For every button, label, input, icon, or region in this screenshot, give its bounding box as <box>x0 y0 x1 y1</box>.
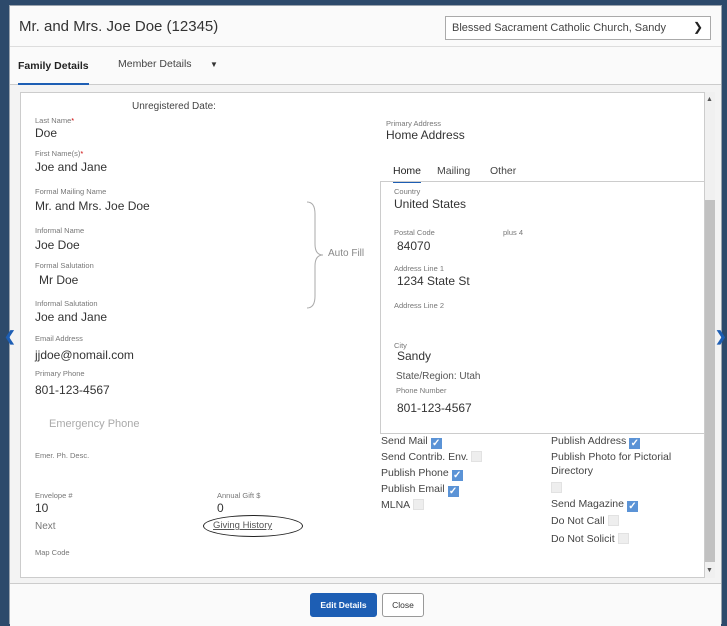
send-magazine-option[interactable]: Send Magazine <box>551 498 638 512</box>
first-name-label: First Name(s)* <box>35 149 84 158</box>
last-name-label: Last Name* <box>35 116 75 125</box>
chevron-down-icon: ❯ <box>692 20 703 34</box>
do-not-solicit-label: Do Not Solicit <box>551 533 615 545</box>
publish-email-label: Publish Email <box>381 483 445 495</box>
giving-history-link[interactable]: Giving History <box>213 520 272 531</box>
primary-phone-field[interactable]: 801-123-4567 <box>35 383 110 397</box>
panel-scrollbar[interactable]: ▲ ▼ <box>705 92 715 578</box>
publish-phone-checkbox[interactable] <box>451 470 463 481</box>
do-not-call-checkbox[interactable] <box>607 515 619 526</box>
state-region: State/Region: Utah <box>396 371 481 382</box>
plus4-label: plus 4 <box>503 228 524 237</box>
tab-bar: Family Details Member Details ▼ <box>10 47 721 85</box>
do-not-solicit-checkbox[interactable] <box>617 533 629 544</box>
mlna-option[interactable]: MLNA <box>381 499 425 511</box>
primary-address-field[interactable]: Home Address <box>386 128 465 142</box>
postal-code-label: Postal Code <box>394 228 435 237</box>
mlna-checkbox[interactable] <box>413 499 425 510</box>
publish-address-label: Publish Address <box>551 435 627 447</box>
church-select[interactable]: Blessed Sacrament Catholic Church, Sandy… <box>445 16 711 40</box>
email-label: Email Address <box>35 334 83 343</box>
unregistered-date-label: Unregistered Date: <box>132 101 216 112</box>
phone-number-field[interactable]: 801-123-4567 <box>397 401 472 415</box>
address-line2-label: Address Line 2 <box>394 301 445 310</box>
do-not-call-label: Do Not Call <box>551 515 605 527</box>
publish-photo-option-line2: Directory <box>551 465 593 477</box>
caret-down-icon[interactable]: ▼ <box>210 60 218 69</box>
do-not-call-option[interactable]: Do Not Call <box>551 515 619 527</box>
send-contrib-checkbox[interactable] <box>471 451 483 462</box>
scroll-down-icon[interactable]: ▼ <box>706 567 713 574</box>
postal-code-field[interactable]: 84070 <box>397 239 430 253</box>
email-field[interactable]: jjdoe@nomail.com <box>35 348 134 362</box>
address-line1-label: Address Line 1 <box>394 264 445 273</box>
informal-salutation-label: Informal Salutation <box>35 299 98 308</box>
auto-fill-brace <box>306 201 324 309</box>
envelope-field[interactable]: 10 <box>35 501 48 515</box>
publish-photo-label-line2: Directory <box>551 465 594 477</box>
next-label: Next <box>35 521 56 532</box>
formal-mailing-field[interactable]: Mr. and Mrs. Joe Doe <box>35 199 150 213</box>
last-name-field[interactable]: Doe <box>35 126 57 140</box>
formal-salutation-label: Formal Salutation <box>35 261 94 270</box>
dialog-footer: Edit Details Close <box>10 583 721 626</box>
send-mail-label: Send Mail <box>381 435 428 447</box>
auto-fill-button[interactable]: Auto Fill <box>328 248 364 259</box>
tab-family-details[interactable]: Family Details <box>18 60 89 85</box>
tab-member-details[interactable]: Member Details <box>118 58 192 70</box>
scrollbar-thumb[interactable] <box>705 200 715 562</box>
city-field[interactable]: Sandy <box>397 349 431 363</box>
publish-photo-checkbox[interactable] <box>551 482 562 493</box>
annual-gift-label: Annual Gift $ <box>217 491 261 500</box>
primary-address-label: Primary Address <box>386 119 442 128</box>
dialog-title: Mr. and Mrs. Joe Doe (12345) <box>19 18 219 35</box>
address-line1-field[interactable]: 1234 State St <box>397 274 470 288</box>
envelope-label: Envelope # <box>35 491 73 500</box>
publish-address-option[interactable]: Publish Address <box>551 435 641 449</box>
publish-address-checkbox[interactable] <box>629 438 641 449</box>
publish-email-option[interactable]: Publish Email <box>381 483 459 497</box>
country-label: Country <box>394 187 421 196</box>
send-mail-option[interactable]: Send Mail <box>381 435 442 449</box>
publish-photo-option[interactable]: Publish Photo for Pictorial <box>551 451 671 463</box>
formal-salutation-field[interactable]: Mr Doe <box>39 273 78 287</box>
chevron-left-icon[interactable]: ❮ <box>4 328 16 345</box>
dialog-header: Mr. and Mrs. Joe Doe (12345) Blessed Sac… <box>10 6 721 47</box>
chevron-right-icon[interactable]: ❯ <box>715 328 727 345</box>
primary-phone-label: Primary Phone <box>35 369 85 378</box>
emergency-phone-field[interactable]: Emergency Phone <box>49 418 140 430</box>
edit-details-button[interactable]: Edit Details <box>310 593 377 617</box>
informal-name-label: Informal Name <box>35 226 85 235</box>
publish-email-checkbox[interactable] <box>447 486 459 497</box>
send-magazine-label: Send Magazine <box>551 498 624 510</box>
send-mail-checkbox[interactable] <box>430 438 442 449</box>
publish-phone-option[interactable]: Publish Phone <box>381 467 463 481</box>
mlna-label: MLNA <box>381 499 411 511</box>
church-select-value: Blessed Sacrament Catholic Church, Sandy <box>452 22 666 34</box>
family-details-panel: Unregistered Date: Last Name* Doe First … <box>20 92 705 578</box>
map-code-label: Map Code <box>35 548 70 557</box>
formal-mailing-label: Formal Mailing Name <box>35 187 107 196</box>
annual-gift-field[interactable]: 0 <box>217 501 224 515</box>
family-dialog: Mr. and Mrs. Joe Doe (12345) Blessed Sac… <box>4 5 727 626</box>
scroll-up-icon[interactable]: ▲ <box>706 96 713 103</box>
send-magazine-checkbox[interactable] <box>626 501 638 512</box>
informal-name-field[interactable]: Joe Doe <box>35 238 80 252</box>
close-button[interactable]: Close <box>382 593 424 617</box>
publish-phone-label: Publish Phone <box>381 467 449 479</box>
emergency-phone-desc-label: Emer. Ph. Desc. <box>35 451 90 460</box>
publish-photo-label: Publish Photo for Pictorial <box>551 451 672 463</box>
do-not-solicit-option[interactable]: Do Not Solicit <box>551 533 629 545</box>
send-contrib-option[interactable]: Send Contrib. Env. <box>381 451 483 463</box>
tab-mailing[interactable]: Mailing <box>437 165 470 177</box>
send-contrib-label: Send Contrib. Env. <box>381 451 469 463</box>
phone-number-label: Phone Number <box>396 386 447 395</box>
informal-salutation-field[interactable]: Joe and Jane <box>35 310 107 324</box>
country-field[interactable]: United States <box>394 197 466 211</box>
tab-other[interactable]: Other <box>490 165 516 177</box>
first-name-field[interactable]: Joe and Jane <box>35 160 107 174</box>
